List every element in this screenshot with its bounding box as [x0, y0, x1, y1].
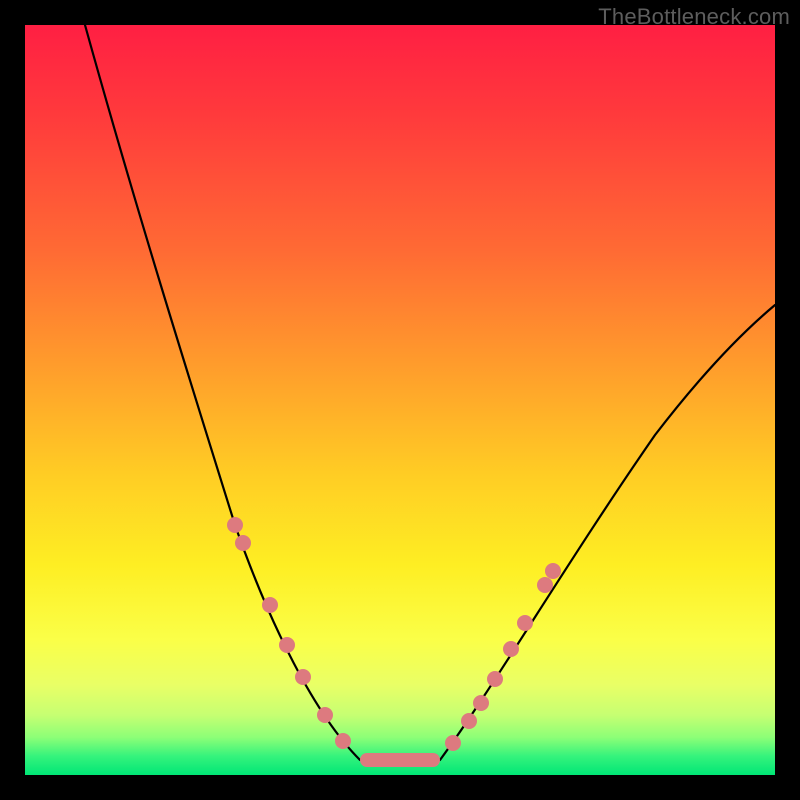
curve-right-branch — [440, 305, 775, 760]
marker-dot — [473, 695, 489, 711]
marker-dot — [503, 641, 519, 657]
plot-area — [25, 25, 775, 775]
marker-dot — [545, 563, 561, 579]
marker-dot — [262, 597, 278, 613]
marker-dot — [295, 669, 311, 685]
valley-flat-segment — [360, 753, 440, 767]
marker-dot — [317, 707, 333, 723]
curve-left-branch — [85, 25, 360, 760]
marker-dot — [335, 733, 351, 749]
marker-dot — [445, 735, 461, 751]
marker-dot — [461, 713, 477, 729]
marker-dot — [487, 671, 503, 687]
chart-frame: TheBottleneck.com — [0, 0, 800, 800]
marker-dot — [279, 637, 295, 653]
marker-dot — [517, 615, 533, 631]
watermark-text: TheBottleneck.com — [598, 4, 790, 30]
marker-dot — [227, 517, 243, 533]
marker-dot — [537, 577, 553, 593]
curve-layer — [25, 25, 775, 775]
marker-dot — [235, 535, 251, 551]
